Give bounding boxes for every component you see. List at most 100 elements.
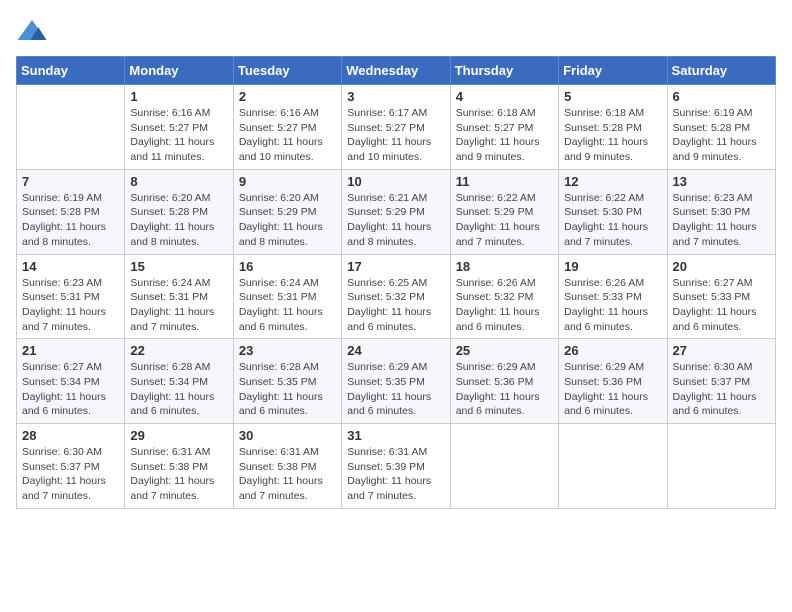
day-number: 29 [130, 428, 227, 443]
day-number: 6 [673, 89, 770, 104]
day-cell [559, 424, 667, 509]
day-cell [450, 424, 558, 509]
day-cell: 13 Sunrise: 6:23 AM Sunset: 5:30 PM Dayli… [667, 169, 775, 254]
day-number: 23 [239, 343, 336, 358]
day-cell: 18 Sunrise: 6:26 AM Sunset: 5:32 PM Dayli… [450, 254, 558, 339]
day-cell: 4Sunrise: 6:18 AM Sunset: 5:27 PM Daylig… [450, 85, 558, 170]
day-number: 14 [22, 259, 119, 274]
day-cell: 27 Sunrise: 6:30 AM Sunset: 5:37 PM Dayli… [667, 339, 775, 424]
calendar-table: SundayMondayTuesdayWednesdayThursdayFrid… [16, 56, 776, 509]
day-number: 8 [130, 174, 227, 189]
day-info: Sunrise: 6:23 AM Sunset: 5:31 PM Dayligh… [22, 276, 119, 335]
week-row-2: 7 Sunrise: 6:19 AM Sunset: 5:28 PM Daylig… [17, 169, 776, 254]
day-cell: 16 Sunrise: 6:24 AM Sunset: 5:31 PM Dayli… [233, 254, 341, 339]
day-info: Sunrise: 6:22 AM Sunset: 5:29 PM Dayligh… [456, 191, 553, 250]
day-number: 3 [347, 89, 444, 104]
day-cell: 7 Sunrise: 6:19 AM Sunset: 5:28 PM Daylig… [17, 169, 125, 254]
day-info: Sunrise: 6:19 AM Sunset: 5:28 PM Dayligh… [22, 191, 119, 250]
day-info: Sunrise: 6:24 AM Sunset: 5:31 PM Dayligh… [239, 276, 336, 335]
logo-icon [16, 16, 48, 48]
day-number: 2 [239, 89, 336, 104]
day-cell: 28 Sunrise: 6:30 AM Sunset: 5:37 PM Dayli… [17, 424, 125, 509]
day-number: 25 [456, 343, 553, 358]
day-info: Sunrise: 6:30 AM Sunset: 5:37 PM Dayligh… [22, 445, 119, 504]
day-number: 16 [239, 259, 336, 274]
day-info: Sunrise: 6:24 AM Sunset: 5:31 PM Dayligh… [130, 276, 227, 335]
day-cell: 21Sunrise: 6:27 AM Sunset: 5:34 PM Dayli… [17, 339, 125, 424]
header-cell-tuesday: Tuesday [233, 57, 341, 85]
day-cell: 19 Sunrise: 6:26 AM Sunset: 5:33 PM Dayli… [559, 254, 667, 339]
day-number: 11 [456, 174, 553, 189]
day-number: 5 [564, 89, 661, 104]
day-number: 13 [673, 174, 770, 189]
day-info: Sunrise: 6:31 AM Sunset: 5:38 PM Dayligh… [130, 445, 227, 504]
day-cell: 5 Sunrise: 6:18 AM Sunset: 5:28 PM Daylig… [559, 85, 667, 170]
day-cell: 12 Sunrise: 6:22 AM Sunset: 5:30 PM Dayli… [559, 169, 667, 254]
day-cell: 8 Sunrise: 6:20 AM Sunset: 5:28 PM Daylig… [125, 169, 233, 254]
logo [16, 16, 52, 48]
day-cell [667, 424, 775, 509]
day-info: Sunrise: 6:29 AM Sunset: 5:36 PM Dayligh… [456, 360, 553, 419]
day-cell: 1 Sunrise: 6:16 AM Sunset: 5:27 PM Daylig… [125, 85, 233, 170]
day-cell [17, 85, 125, 170]
day-cell: 23 Sunrise: 6:28 AM Sunset: 5:35 PM Dayli… [233, 339, 341, 424]
day-number: 24 [347, 343, 444, 358]
day-info: Sunrise: 6:29 AM Sunset: 5:35 PM Dayligh… [347, 360, 444, 419]
header-cell-friday: Friday [559, 57, 667, 85]
day-cell: 6 Sunrise: 6:19 AM Sunset: 5:28 PM Daylig… [667, 85, 775, 170]
day-number: 15 [130, 259, 227, 274]
day-info: Sunrise: 6:26 AM Sunset: 5:33 PM Dayligh… [564, 276, 661, 335]
day-cell: 10Sunrise: 6:21 AM Sunset: 5:29 PM Dayli… [342, 169, 450, 254]
week-row-4: 21Sunrise: 6:27 AM Sunset: 5:34 PM Dayli… [17, 339, 776, 424]
day-info: Sunrise: 6:20 AM Sunset: 5:28 PM Dayligh… [130, 191, 227, 250]
day-cell: 14 Sunrise: 6:23 AM Sunset: 5:31 PM Dayli… [17, 254, 125, 339]
day-info: Sunrise: 6:22 AM Sunset: 5:30 PM Dayligh… [564, 191, 661, 250]
day-number: 28 [22, 428, 119, 443]
day-number: 7 [22, 174, 119, 189]
header-row: SundayMondayTuesdayWednesdayThursdayFrid… [17, 57, 776, 85]
day-info: Sunrise: 6:30 AM Sunset: 5:37 PM Dayligh… [673, 360, 770, 419]
day-cell: 20 Sunrise: 6:27 AM Sunset: 5:33 PM Dayli… [667, 254, 775, 339]
day-number: 12 [564, 174, 661, 189]
day-info: Sunrise: 6:26 AM Sunset: 5:32 PM Dayligh… [456, 276, 553, 335]
day-info: Sunrise: 6:19 AM Sunset: 5:28 PM Dayligh… [673, 106, 770, 165]
header [16, 16, 776, 48]
day-number: 19 [564, 259, 661, 274]
day-cell: 9Sunrise: 6:20 AM Sunset: 5:29 PM Daylig… [233, 169, 341, 254]
day-info: Sunrise: 6:21 AM Sunset: 5:29 PM Dayligh… [347, 191, 444, 250]
day-info: Sunrise: 6:28 AM Sunset: 5:35 PM Dayligh… [239, 360, 336, 419]
day-number: 31 [347, 428, 444, 443]
day-info: Sunrise: 6:23 AM Sunset: 5:30 PM Dayligh… [673, 191, 770, 250]
day-cell: 2Sunrise: 6:16 AM Sunset: 5:27 PM Daylig… [233, 85, 341, 170]
day-cell: 25 Sunrise: 6:29 AM Sunset: 5:36 PM Dayli… [450, 339, 558, 424]
day-info: Sunrise: 6:31 AM Sunset: 5:38 PM Dayligh… [239, 445, 336, 504]
day-info: Sunrise: 6:28 AM Sunset: 5:34 PM Dayligh… [130, 360, 227, 419]
header-cell-thursday: Thursday [450, 57, 558, 85]
day-cell: 11 Sunrise: 6:22 AM Sunset: 5:29 PM Dayli… [450, 169, 558, 254]
day-number: 22 [130, 343, 227, 358]
week-row-5: 28 Sunrise: 6:30 AM Sunset: 5:37 PM Dayli… [17, 424, 776, 509]
day-info: Sunrise: 6:25 AM Sunset: 5:32 PM Dayligh… [347, 276, 444, 335]
day-cell: 15 Sunrise: 6:24 AM Sunset: 5:31 PM Dayli… [125, 254, 233, 339]
day-cell: 30Sunrise: 6:31 AM Sunset: 5:38 PM Dayli… [233, 424, 341, 509]
day-number: 20 [673, 259, 770, 274]
day-number: 27 [673, 343, 770, 358]
day-cell: 29 Sunrise: 6:31 AM Sunset: 5:38 PM Dayli… [125, 424, 233, 509]
day-info: Sunrise: 6:31 AM Sunset: 5:39 PM Dayligh… [347, 445, 444, 504]
day-number: 21 [22, 343, 119, 358]
day-number: 9 [239, 174, 336, 189]
week-row-1: 1 Sunrise: 6:16 AM Sunset: 5:27 PM Daylig… [17, 85, 776, 170]
day-info: Sunrise: 6:18 AM Sunset: 5:27 PM Dayligh… [456, 106, 553, 165]
header-cell-saturday: Saturday [667, 57, 775, 85]
header-cell-monday: Monday [125, 57, 233, 85]
header-cell-wednesday: Wednesday [342, 57, 450, 85]
day-number: 1 [130, 89, 227, 104]
day-cell: 22 Sunrise: 6:28 AM Sunset: 5:34 PM Dayli… [125, 339, 233, 424]
header-cell-sunday: Sunday [17, 57, 125, 85]
day-cell: 3 Sunrise: 6:17 AM Sunset: 5:27 PM Daylig… [342, 85, 450, 170]
day-info: Sunrise: 6:17 AM Sunset: 5:27 PM Dayligh… [347, 106, 444, 165]
day-number: 18 [456, 259, 553, 274]
day-info: Sunrise: 6:16 AM Sunset: 5:27 PM Dayligh… [130, 106, 227, 165]
day-info: Sunrise: 6:27 AM Sunset: 5:33 PM Dayligh… [673, 276, 770, 335]
day-info: Sunrise: 6:18 AM Sunset: 5:28 PM Dayligh… [564, 106, 661, 165]
